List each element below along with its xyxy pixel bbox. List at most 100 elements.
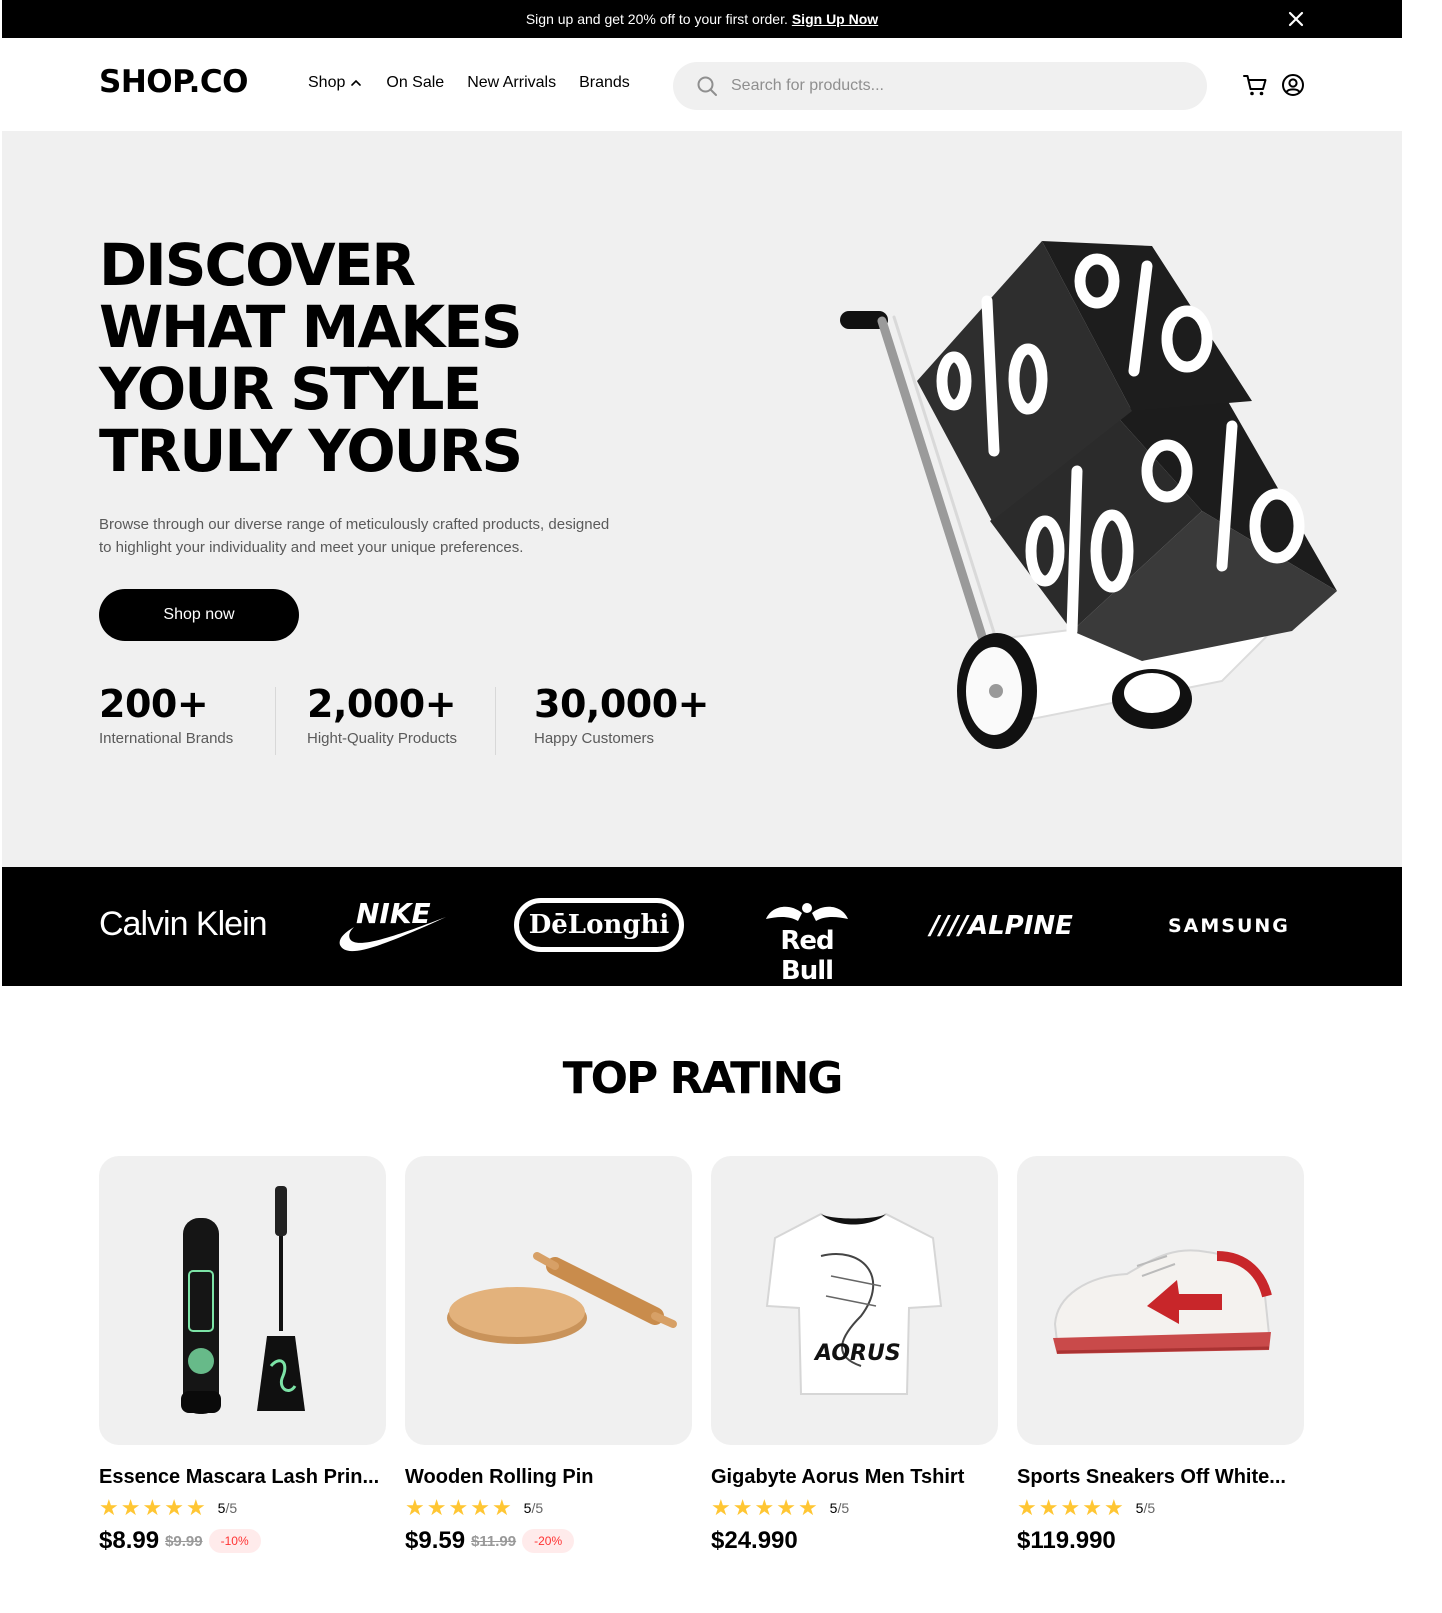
stat-divider	[495, 687, 496, 755]
star-icon: ★	[448, 1495, 469, 1520]
stat-divider	[275, 687, 276, 755]
stat-value: 30,000+	[534, 682, 709, 726]
stat-value: 2,000+	[307, 682, 457, 726]
menu-item-on-sale[interactable]: On Sale	[386, 74, 444, 92]
rating-score: 5/5	[1136, 1500, 1155, 1516]
brand-nike-text: NIKE	[356, 897, 431, 930]
rating-max: /5	[1143, 1500, 1156, 1516]
stat-customers: 30,000+ Happy Customers	[534, 682, 709, 747]
star-icon: ★	[99, 1495, 119, 1520]
star-icon: ★	[1060, 1495, 1081, 1520]
brand-red-bull-text: Red Bull	[780, 926, 834, 986]
stat-products: 2,000+ Hight-Quality Products	[307, 682, 457, 747]
product-price: $8.99	[99, 1527, 160, 1554]
star-icon: ★	[732, 1495, 753, 1520]
rating-max: /5	[531, 1500, 544, 1516]
product-rating: ★ ★ ★ ★ ★ 5/5	[1017, 1497, 1304, 1519]
menu-item-shop[interactable]: Shop	[308, 74, 363, 92]
brand-alpine[interactable]: ////ALPINE	[930, 911, 1073, 941]
product-name[interactable]: Sports Sneakers Off White...	[1017, 1466, 1304, 1489]
product-prices: $24.990	[711, 1527, 998, 1555]
star-icon: ★	[491, 1495, 512, 1520]
tshirt-image: AORUS	[765, 1212, 943, 1395]
search-bar[interactable]	[673, 62, 1207, 110]
navbar: SHOP.CO Shop On Sale New Arrivals Brands	[2, 38, 1402, 131]
product-prices: $119.990	[1017, 1527, 1304, 1555]
menu-item-new-arrivals[interactable]: New Arrivals	[467, 74, 556, 92]
product-image[interactable]	[99, 1156, 386, 1445]
hero-title-line: YOUR STYLE	[99, 355, 482, 423]
product-image[interactable]	[1017, 1156, 1304, 1445]
rating-score: 5/5	[524, 1500, 543, 1516]
hero-title-line: DISCOVER	[99, 231, 416, 299]
shop-now-button[interactable]: Shop now	[99, 589, 299, 641]
brand-calvin-klein[interactable]: Calvin Klein	[99, 905, 268, 944]
brand-alpine-text: ALPINE	[967, 911, 1073, 941]
rating-max: /5	[837, 1500, 850, 1516]
product-card[interactable]: Essence Mascara Lash Prin... ★ ★ ★ ★ ★ 5/5 $…	[99, 1156, 386, 1555]
product-rating: ★ ★ ★ ★ ★ 5/5	[405, 1497, 692, 1519]
hero-title: DISCOVER WHAT MAKES YOUR STYLE TRULY YOU…	[99, 234, 719, 482]
product-card[interactable]: Sports Sneakers Off White... ★ ★ ★ ★ ★ 5/5 $…	[1017, 1156, 1304, 1555]
product-price: $24.990	[711, 1527, 798, 1554]
product-image[interactable]: AORUS	[711, 1156, 998, 1445]
product-card[interactable]: AORUS Gigabyte Aorus Men Tshirt ★ ★ ★ ★ ★ 5/…	[711, 1156, 998, 1555]
product-prices: $9.59 $11.99 -20%	[405, 1527, 692, 1555]
product-prices: $8.99 $9.99 -10%	[99, 1527, 386, 1555]
brand-delonghi[interactable]: DēLonghi	[514, 898, 684, 952]
close-icon[interactable]	[1286, 9, 1306, 29]
search-input[interactable]	[731, 77, 1171, 95]
product-price: $119.990	[1017, 1527, 1116, 1554]
product-card[interactable]: Wooden Rolling Pin ★ ★ ★ ★ ★ 5/5 $9.59 $11.9…	[405, 1156, 692, 1555]
promo-bar: Sign up and get 20% off to your first or…	[2, 0, 1402, 38]
section-title-top-rating: TOP RATING	[562, 1053, 844, 1104]
rating-score: 5/5	[830, 1500, 849, 1516]
star-icon: ★	[470, 1495, 490, 1520]
star-icon: ★	[797, 1495, 818, 1520]
promo-text: Sign up and get 20% off to your first or…	[525, 11, 788, 27]
cart-icon[interactable]	[1242, 72, 1268, 98]
hand-truck-percent-cubes-illustration	[840, 241, 1337, 749]
stat-label: Hight-Quality Products	[307, 730, 458, 747]
rolling-pin-image	[447, 1252, 677, 1344]
star-icon: ★	[1082, 1495, 1102, 1520]
stat-label: International Brands	[99, 730, 234, 747]
stat-brands: 200+ International Brands	[99, 682, 233, 747]
brand-strip: Calvin Klein NIKE DēLonghi Red Bull ////…	[2, 867, 1402, 986]
product-old-price: $11.99	[471, 1532, 517, 1550]
hero-title-line: WHAT MAKES	[99, 293, 523, 361]
logo[interactable]: SHOP.CO	[99, 64, 249, 100]
hero-section: DISCOVER WHAT MAKES YOUR STYLE TRULY YOU…	[2, 131, 1402, 867]
page: Sign up and get 20% off to your first or…	[2, 0, 1402, 1613]
star-icon: ★	[185, 1495, 206, 1520]
main-menu: Shop On Sale New Arrivals Brands	[308, 74, 630, 92]
account-icon[interactable]	[1280, 72, 1306, 98]
product-old-price: $9.99	[165, 1532, 203, 1550]
star-icon: ★	[405, 1495, 425, 1520]
stat-value: 200+	[99, 682, 209, 726]
star-icon: ★	[754, 1495, 775, 1520]
menu-item-brands[interactable]: Brands	[579, 74, 630, 92]
brand-nike-logo[interactable]: NIKE	[338, 895, 448, 957]
sneaker-image	[1053, 1249, 1272, 1354]
star-icon: ★	[1038, 1495, 1059, 1520]
rating-max: /5	[225, 1500, 238, 1516]
product-image[interactable]	[405, 1156, 692, 1445]
brand-samsung[interactable]: SAMSUNG	[1168, 915, 1290, 937]
search-icon	[697, 76, 717, 96]
brand-red-bull[interactable]: Red Bull	[754, 899, 860, 986]
product-name[interactable]: Essence Mascara Lash Prin...	[99, 1466, 386, 1489]
rating-score: 5/5	[218, 1500, 237, 1516]
star-icon: ★	[711, 1495, 731, 1520]
sign-up-link[interactable]: Sign Up Now	[792, 11, 878, 27]
svg-text:AORUS: AORUS	[813, 1341, 901, 1366]
product-name[interactable]: Wooden Rolling Pin	[405, 1466, 692, 1489]
product-price: $9.59	[405, 1527, 466, 1554]
product-name[interactable]: Gigabyte Aorus Men Tshirt	[711, 1466, 998, 1489]
star-icon: ★	[1017, 1495, 1037, 1520]
discount-badge: -10%	[208, 1529, 261, 1553]
product-rating: ★ ★ ★ ★ ★ 5/5	[99, 1497, 386, 1519]
star-icon: ★	[426, 1495, 447, 1520]
stat-label: Happy Customers	[534, 730, 655, 747]
red-bull-bulls-icon	[766, 903, 848, 921]
